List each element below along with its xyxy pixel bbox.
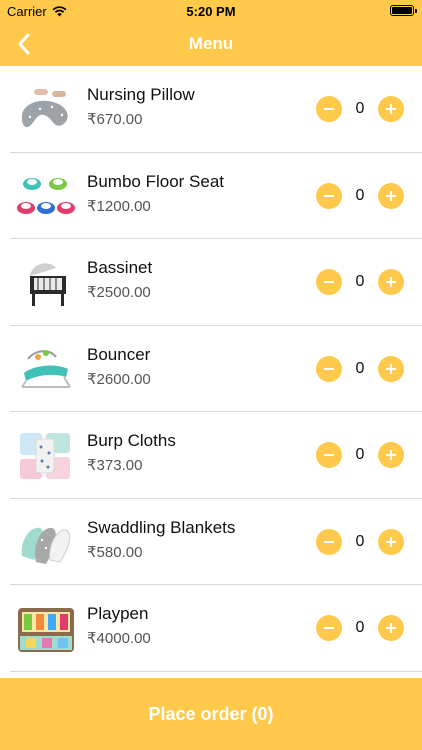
minus-icon [324, 627, 334, 629]
item-name: Bassinet [87, 258, 153, 277]
status-time: 5:20 PM [186, 4, 236, 19]
minus-icon [324, 194, 334, 197]
nursing-pillow-image [21, 89, 68, 128]
decrement-button[interactable] [316, 269, 342, 295]
playpen-image [18, 608, 74, 652]
item-price: ₹670.00 [87, 111, 143, 128]
item-name: Burp Cloths [87, 431, 176, 450]
plus-icon [386, 536, 396, 547]
status-bar: Carrier 5:20 PM [0, 0, 422, 22]
item-price: ₹580.00 [87, 543, 143, 561]
quantity-value: 0 [355, 532, 365, 550]
list-item: Burp Cloths ₹373.00 0 [10, 412, 422, 499]
quantity-value: 0 [355, 273, 365, 290]
list-item: Nursing Pillow ₹670.00 0 [10, 66, 422, 153]
quantity-stepper: 0 [316, 182, 404, 209]
item-price: ₹2600.00 [87, 370, 151, 388]
battery-icon [390, 5, 417, 16]
product-list: Nursing Pillow ₹670.00 0 Bumbo Floor Sea… [0, 66, 422, 672]
nav-bar: Menu [0, 22, 422, 66]
bassinet-image [30, 263, 66, 306]
list-item: Bouncer ₹2600.00 0 [10, 326, 422, 412]
item-price: ₹373.00 [87, 457, 143, 474]
quantity-stepper: 0 [316, 96, 404, 122]
decrement-button[interactable] [316, 96, 342, 122]
floor-seat-image [17, 177, 75, 214]
quantity-stepper: 0 [316, 355, 404, 382]
quantity-stepper: 0 [316, 615, 404, 641]
item-price: ₹2500.00 [87, 284, 151, 301]
quantity-stepper: 0 [316, 442, 404, 468]
list-item: Bumbo Floor Seat ₹1200.00 0 [10, 153, 422, 239]
burp-cloths-image [20, 433, 70, 479]
item-name: Nursing Pillow [87, 85, 195, 104]
increment-button[interactable] [378, 269, 404, 295]
minus-icon [324, 454, 334, 456]
item-name: Playpen [87, 604, 149, 623]
list-item: Bassinet ₹2500.00 0 [10, 239, 422, 326]
increment-button[interactable] [378, 355, 404, 382]
page-title: Menu [188, 34, 234, 53]
decrement-button[interactable] [316, 182, 342, 209]
increment-button[interactable] [378, 96, 404, 122]
decrement-button[interactable] [316, 615, 342, 641]
minus-icon [324, 367, 334, 370]
quantity-value: 0 [355, 359, 365, 377]
plus-icon [386, 450, 396, 460]
minus-icon [324, 281, 334, 283]
plus-icon [386, 623, 396, 633]
quantity-value: 0 [355, 619, 365, 636]
plus-icon [386, 277, 396, 287]
swaddle-image [21, 527, 71, 564]
bouncer-image [21, 349, 71, 388]
minus-icon [324, 108, 334, 110]
decrement-button[interactable] [316, 442, 342, 468]
increment-button[interactable] [378, 182, 404, 209]
item-name: Swaddling Blankets [87, 517, 236, 537]
decrement-button[interactable] [316, 355, 342, 382]
quantity-value: 0 [355, 100, 365, 117]
item-name: Bouncer [87, 344, 151, 364]
increment-button[interactable] [378, 528, 404, 555]
item-price: ₹1200.00 [87, 197, 151, 215]
quantity-stepper: 0 [316, 528, 404, 555]
increment-button[interactable] [378, 615, 404, 641]
quantity-value: 0 [355, 186, 365, 204]
plus-icon [386, 104, 396, 114]
item-name: Bumbo Floor Seat [87, 171, 225, 191]
increment-button[interactable] [378, 442, 404, 468]
minus-icon [324, 540, 334, 543]
plus-icon [386, 190, 396, 201]
quantity-stepper: 0 [316, 269, 404, 295]
place-order-button[interactable]: Place order (0) [0, 678, 422, 750]
quantity-value: 0 [355, 446, 365, 463]
plus-icon [386, 363, 396, 374]
item-price: ₹4000.00 [87, 630, 151, 647]
list-item: Swaddling Blankets ₹580.00 0 [10, 499, 422, 585]
decrement-button[interactable] [316, 528, 342, 555]
list-item: Playpen ₹4000.00 0 [10, 585, 422, 672]
